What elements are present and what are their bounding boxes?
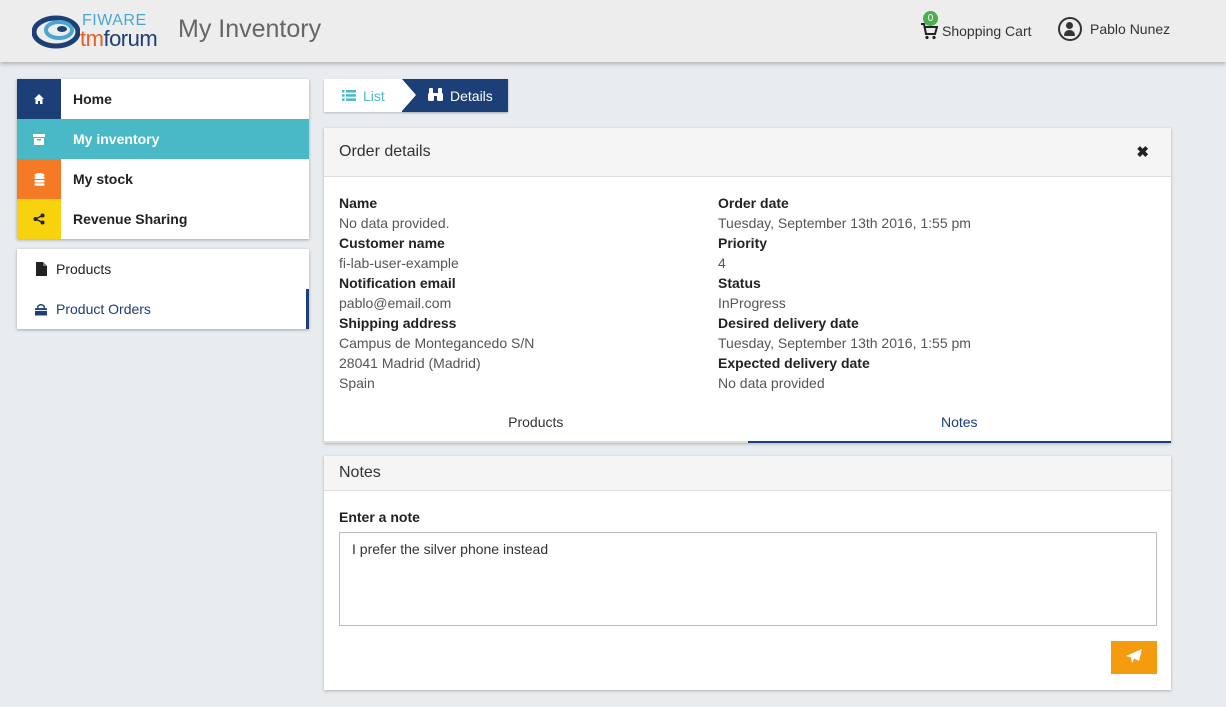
order-date-value: Tuesday, September 13th 2016, 1:55 pm xyxy=(718,215,971,231)
cart-label: Shopping Cart xyxy=(942,23,1032,39)
status-value: InProgress xyxy=(718,295,786,311)
shipping-address-label: Shipping address xyxy=(339,315,457,331)
send-note-button[interactable] xyxy=(1111,641,1157,674)
order-details-panel: Order details ✖ Name No data provided. C… xyxy=(324,128,1171,443)
top-bar: FIWARE tmforum My Inventory 0 Shopping C… xyxy=(0,0,1226,62)
menu-item-label: My stock xyxy=(73,171,133,187)
fiware-tmforum-logo[interactable]: FIWARE tmforum xyxy=(32,10,172,52)
order-info-right: Order date Tuesday, September 13th 2016,… xyxy=(718,193,971,393)
logo-forum: forum xyxy=(103,26,158,51)
note-input-label: Enter a note xyxy=(339,509,420,525)
notification-email-label: Notification email xyxy=(339,275,456,291)
logo-tm: tm xyxy=(80,26,104,51)
binoculars-icon xyxy=(428,87,443,104)
expected-delivery-date-label: Expected delivery date xyxy=(718,355,870,371)
order-tabs: Products Notes xyxy=(324,408,1171,443)
notes-header: Notes xyxy=(324,456,1171,491)
breadcrumb: List Details xyxy=(324,79,508,112)
page-title: My Inventory xyxy=(178,15,322,43)
menu-item-my-stock[interactable]: My stock xyxy=(17,159,309,199)
send-icon xyxy=(1126,649,1142,666)
status-label: Status xyxy=(718,275,761,291)
shipping-address-line: 28041 Madrid (Madrid) xyxy=(339,355,481,371)
menu-item-label: Revenue Sharing xyxy=(73,211,188,227)
submenu-item-products[interactable]: Products xyxy=(17,249,309,289)
shopping-bag-icon xyxy=(35,302,47,316)
menu-item-revenue-sharing[interactable]: Revenue Sharing xyxy=(17,199,309,239)
customer-name-value: fi-lab-user-example xyxy=(339,255,459,271)
order-date-label: Order date xyxy=(718,195,789,211)
desired-delivery-date-label: Desired delivery date xyxy=(718,315,859,331)
tab-products[interactable]: Products xyxy=(324,408,748,441)
notes-panel: Notes Enter a note I prefer the silver p… xyxy=(324,456,1171,690)
priority-value: 4 xyxy=(718,255,726,271)
list-icon xyxy=(342,88,356,104)
shopping-cart-button[interactable]: 0 Shopping Cart xyxy=(920,11,1032,42)
database-icon xyxy=(17,159,61,199)
main-menu: Home My inventory My stock Revenue Shari… xyxy=(17,79,309,239)
cart-icon: 0 xyxy=(920,11,939,40)
user-name: Pablo Nunez xyxy=(1090,21,1171,37)
notification-email-value: pablo@email.com xyxy=(339,295,452,311)
priority-label: Priority xyxy=(718,235,768,251)
inventory-submenu: Products Product Orders xyxy=(17,249,309,329)
submenu-item-label: Products xyxy=(56,261,112,277)
submenu-item-label: Product Orders xyxy=(56,301,151,317)
submenu-item-product-orders[interactable]: Product Orders xyxy=(17,289,309,329)
file-icon xyxy=(35,262,47,276)
menu-item-home[interactable]: Home xyxy=(17,79,309,119)
name-value: No data provided. xyxy=(339,215,450,231)
note-textarea[interactable]: I prefer the silver phone instead xyxy=(339,532,1157,626)
user-icon xyxy=(1058,17,1082,41)
shipping-address-line: Campus de Montegancedo S/N xyxy=(339,335,535,351)
shipping-address-line: Spain xyxy=(339,375,375,391)
breadcrumb-details-label: Details xyxy=(450,87,493,104)
breadcrumb-list[interactable]: List xyxy=(324,79,416,112)
menu-item-label: My inventory xyxy=(73,131,160,147)
notes-title: Notes xyxy=(339,464,381,481)
name-label: Name xyxy=(339,195,378,211)
user-menu[interactable]: Pablo Nunez xyxy=(1058,17,1170,41)
order-info-left: Name No data provided. Customer name fi-… xyxy=(339,193,534,393)
menu-item-my-inventory[interactable]: My inventory xyxy=(17,119,309,159)
logo-tmforum-text: tmforum xyxy=(80,26,158,52)
order-details-title: Order details xyxy=(339,143,431,160)
archive-icon xyxy=(17,119,61,159)
breadcrumb-list-label: List xyxy=(363,87,385,104)
share-icon xyxy=(17,199,61,239)
customer-name-label: Customer name xyxy=(339,235,445,251)
tab-notes[interactable]: Notes xyxy=(747,408,1171,443)
expected-delivery-date-value: No data provided xyxy=(718,375,825,391)
logo-swirl-icon xyxy=(32,15,80,49)
desired-delivery-date-value: Tuesday, September 13th 2016, 1:55 pm xyxy=(718,335,971,351)
home-icon xyxy=(17,79,61,119)
order-details-header: Order details ✖ xyxy=(324,128,1171,177)
close-icon[interactable]: ✖ xyxy=(1136,143,1149,161)
breadcrumb-details: Details xyxy=(402,79,508,112)
menu-item-label: Home xyxy=(73,91,112,107)
cart-count-badge: 0 xyxy=(923,11,938,26)
